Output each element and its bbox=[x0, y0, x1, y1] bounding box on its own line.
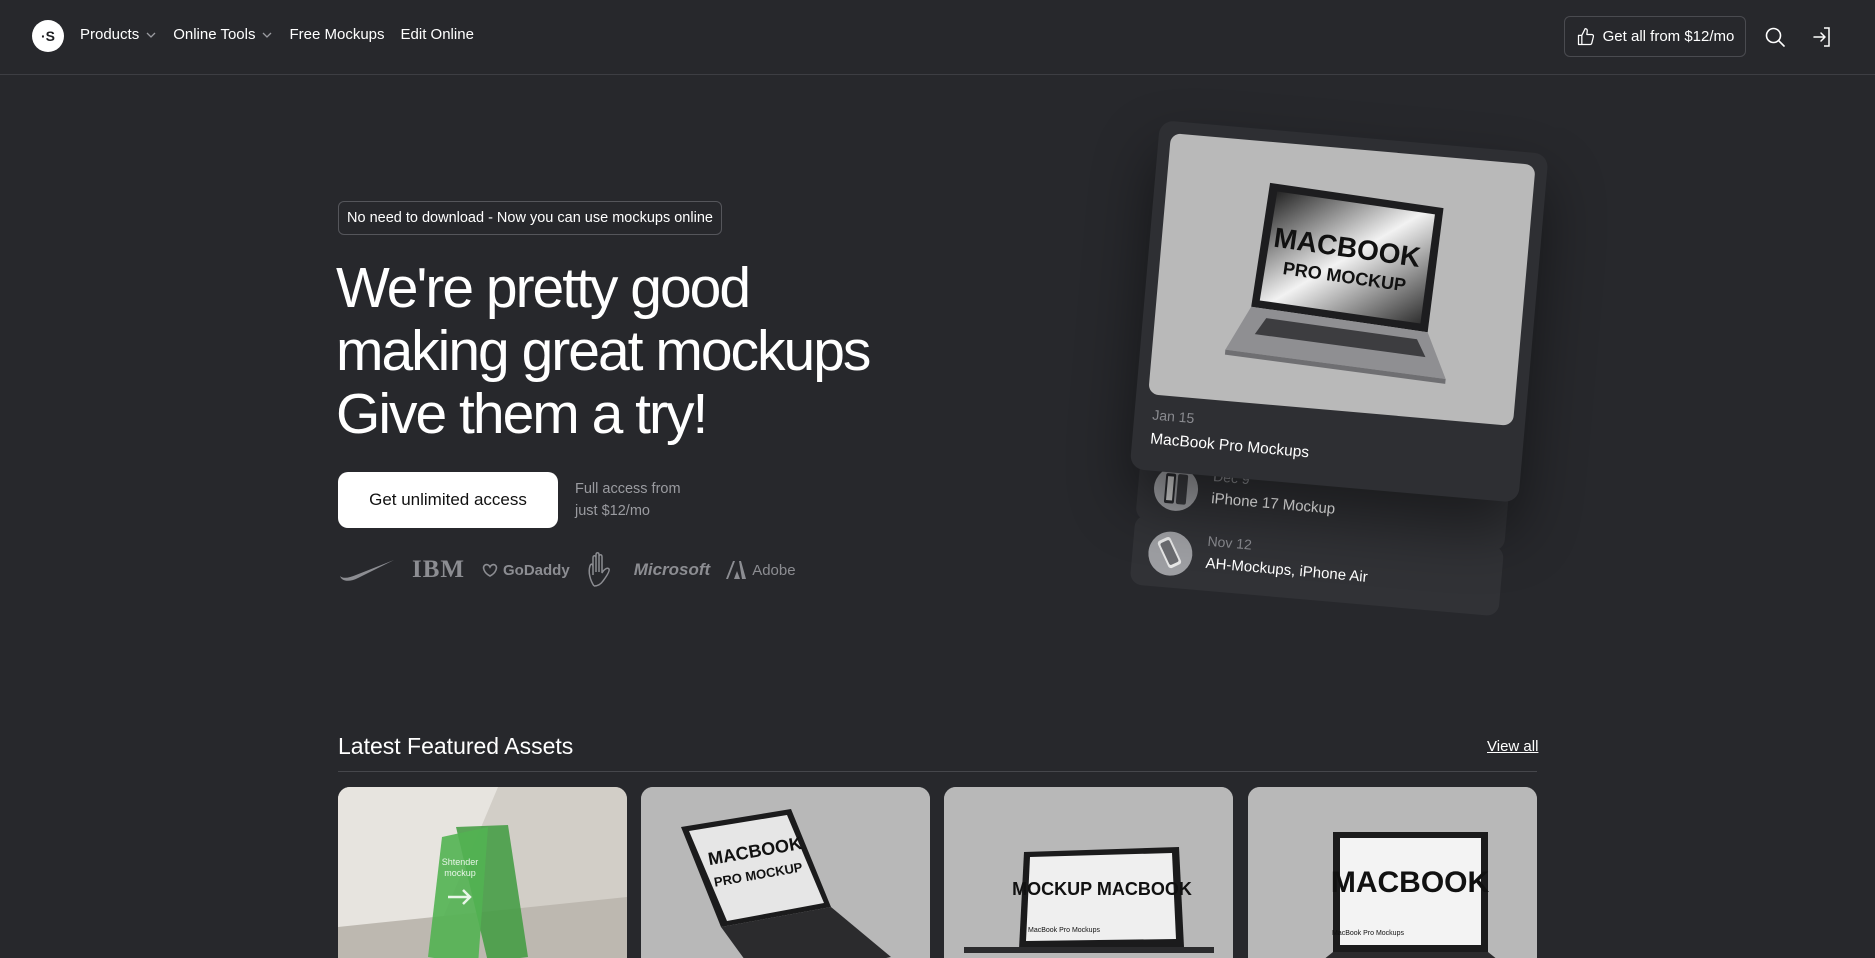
macbook-pro-mockup-image: MOCKUP MACBOOK MacBook Pro Mockups bbox=[944, 787, 1233, 958]
asset-card[interactable]: MOCKUP MACBOOK MacBook Pro Mockups bbox=[944, 787, 1233, 958]
macbook-pro-mockups-card[interactable]: MACBOOK PRO MOCKUP Jan 15 MacBook Pro Mo… bbox=[1129, 120, 1549, 503]
asset-image-text: MOCKUP MACBOOK bbox=[1012, 879, 1192, 899]
site-logo[interactable]: ·S bbox=[32, 20, 64, 52]
asset-image-text: mockup bbox=[444, 868, 476, 878]
nav-edit-online-label: Edit Online bbox=[400, 26, 474, 43]
macbook-pro-mockup-image: MACBOOK PRO MOCKUP bbox=[641, 787, 930, 958]
iphone-air-thumbnail bbox=[1146, 529, 1195, 578]
godaddy-logo-text: GoDaddy bbox=[503, 561, 570, 579]
section-divider bbox=[338, 771, 1537, 772]
asset-card[interactable]: MACBOOK PRO MOCKUP bbox=[641, 787, 930, 958]
login-button[interactable] bbox=[1810, 25, 1834, 49]
adobe-icon bbox=[726, 561, 747, 579]
godaddy-icon bbox=[482, 563, 498, 577]
get-all-button-label: Get all from $12/mo bbox=[1602, 28, 1735, 45]
nav-products-label: Products bbox=[80, 26, 140, 43]
adobe-logo-text: Adobe bbox=[752, 561, 796, 579]
microsoft-logo: Microsoft bbox=[634, 560, 711, 580]
hero-heading: We're pretty good making great mockups G… bbox=[336, 257, 976, 446]
nike-logo bbox=[338, 558, 396, 582]
featured-card-title: MacBook Pro Mockups bbox=[1149, 430, 1310, 462]
nav-online-tools-label: Online Tools bbox=[173, 26, 256, 43]
shtender-mockup-image: Shtender mockup bbox=[338, 787, 627, 958]
nav-online-tools[interactable]: Online Tools bbox=[173, 26, 273, 43]
ibm-logo: IBM bbox=[412, 556, 465, 584]
asset-card[interactable]: MACBOOK MacBook Pro Mockups bbox=[1248, 787, 1537, 958]
online-mockups-announcement[interactable]: No need to download - Now you can use mo… bbox=[338, 201, 722, 235]
pricing-note: Full access from just $12/mo bbox=[575, 478, 705, 522]
nav-edit-online[interactable]: Edit Online bbox=[401, 26, 474, 43]
search-button[interactable] bbox=[1763, 25, 1787, 49]
logo-mark: ·S bbox=[41, 28, 55, 44]
search-icon bbox=[1765, 27, 1785, 47]
hero-heading-line: We're pretty good bbox=[336, 256, 751, 320]
featured-mockups-stack: Dec 9 iPhone 17 Mockup Nov 12 AH-Mockups… bbox=[1095, 118, 1559, 673]
hand-logo bbox=[586, 552, 618, 588]
hero-heading-line: Give them a try! bbox=[336, 382, 708, 446]
recent-item-title: iPhone 17 Mockup bbox=[1210, 490, 1336, 518]
view-all-link[interactable]: View all bbox=[1487, 738, 1538, 755]
nav-free-mockups[interactable]: Free Mockups bbox=[289, 26, 384, 43]
asset-image-text: MacBook Pro Mockups bbox=[1028, 927, 1100, 934]
godaddy-logo: GoDaddy bbox=[481, 562, 570, 579]
get-unlimited-access-label: Get unlimited access bbox=[369, 490, 527, 509]
hero-heading-line: making great mockups bbox=[336, 319, 871, 383]
asset-card[interactable]: Shtender mockup bbox=[338, 787, 627, 958]
login-icon bbox=[1813, 27, 1830, 47]
pricing-note-line: just $12/mo bbox=[575, 503, 650, 519]
thumbs-up-icon bbox=[1577, 27, 1594, 45]
asset-image-text: Shtender bbox=[442, 857, 479, 867]
main-nav: Products Online Tools Free Mockups Edit … bbox=[80, 26, 474, 43]
adobe-logo: Adobe bbox=[726, 561, 796, 579]
asset-image-text: MACBOOK bbox=[1331, 866, 1490, 899]
recent-item-date: Nov 12 bbox=[1206, 532, 1253, 553]
microsoft-logo-text: Microsoft bbox=[633, 560, 711, 579]
get-all-button[interactable]: Get all from $12/mo bbox=[1564, 16, 1746, 57]
pricing-note-line: Full access from bbox=[575, 481, 681, 497]
announcement-text: No need to download - Now you can use mo… bbox=[347, 210, 713, 226]
client-logos: IBM GoDaddy Microsoft Adobe bbox=[338, 552, 796, 588]
nav-products[interactable]: Products bbox=[80, 26, 157, 43]
asset-image-text: MacBook Pro Mockups bbox=[1332, 930, 1404, 937]
top-navigation-bar: ·S Products Online Tools Free Mockups Ed… bbox=[0, 0, 1875, 75]
section-title: Latest Featured Assets bbox=[338, 733, 574, 759]
chevron-down-icon bbox=[146, 32, 156, 38]
nav-free-mockups-label: Free Mockups bbox=[289, 26, 385, 43]
macbook-mockup-image: MACBOOK PRO MOCKUP bbox=[1148, 133, 1536, 426]
recent-item-title: AH-Mockups, iPhone Air bbox=[1204, 554, 1369, 586]
chevron-down-icon bbox=[263, 32, 272, 38]
get-unlimited-access-button[interactable]: Get unlimited access bbox=[338, 472, 558, 528]
ibm-logo-text: IBM bbox=[412, 556, 465, 583]
macbook-pro-mockup-image: MACBOOK MacBook Pro Mockups bbox=[1248, 787, 1537, 958]
featured-card-date: Jan 15 bbox=[1151, 406, 1196, 427]
